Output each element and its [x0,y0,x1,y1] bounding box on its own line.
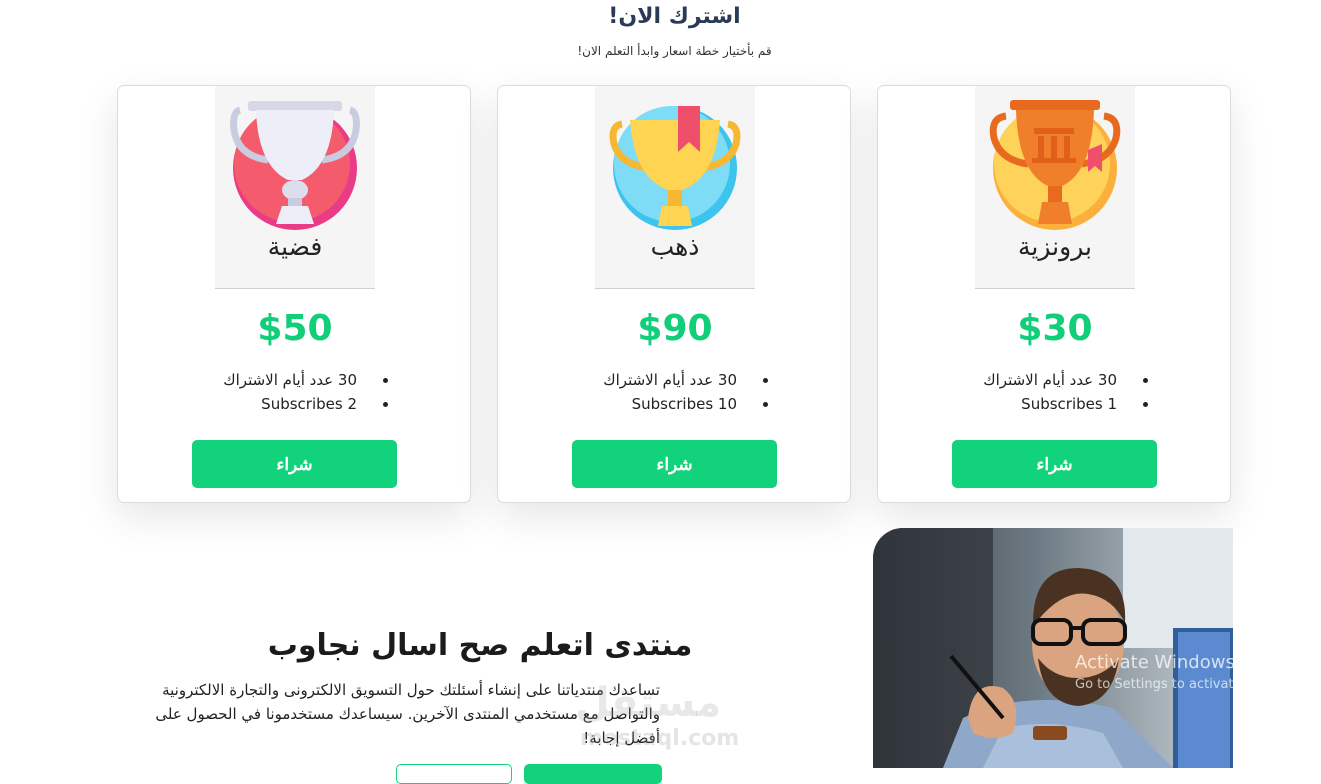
plan-header: ذهب [595,86,755,289]
forum-description: تساعدك منتدياتنا على إنشاء أسئلتك حول ال… [155,681,660,747]
forum-photo [873,528,1233,768]
page-subtitle: قم بأختيار خطة اسعار وابدأ التعلم الان! [577,44,772,58]
plan-header: فضية [215,86,375,289]
list-item: 30 عدد أيام الاشتراك [983,368,1148,392]
plan-name: ذهب [650,232,700,261]
bullet-icon [1143,378,1148,383]
list-item: Subscribes 10 [603,392,768,416]
silver-trophy-icon [230,101,360,230]
plan-name: فضية [267,232,323,261]
list-item: 30 عدد أيام الاشتراك [223,368,388,392]
plan-header: برونزية [975,86,1135,289]
bronze-trophy-icon [989,100,1121,230]
bullet-icon [383,378,388,383]
buy-button[interactable]: شراء [192,440,397,488]
plan-price: $50 [257,308,333,349]
plan-card-bronze: برونزية $30 30 عدد أيام الاشتراك Subscri… [877,85,1231,503]
gold-trophy-icon [609,106,741,230]
activate-windows-subtitle: Go to Settings to activate Windows. [1075,677,1308,692]
plan-price: $90 [637,308,713,349]
bullet-icon [383,402,388,407]
plan-features: 30 عدد أيام الاشتراك Subscribes 1 [983,368,1148,416]
primary-button[interactable] [524,764,662,784]
plan-name: برونزية [1018,232,1092,261]
plan-features: 30 عدد أيام الاشتراك Subscribes 10 [603,368,768,416]
list-item: Subscribes 1 [983,392,1148,416]
bullet-icon [763,402,768,407]
buy-button[interactable]: شراء [952,440,1157,488]
forum-title: منتدى اتعلم صح اسال نجاوب [267,628,693,663]
list-item: 30 عدد أيام الاشتراك [603,368,768,392]
secondary-button[interactable] [396,764,512,784]
plan-card-gold: ذهب $90 30 عدد أيام الاشتراك Subscribes … [497,85,851,503]
plan-features: 30 عدد أيام الاشتراك Subscribes 2 [223,368,388,416]
bullet-icon [763,378,768,383]
plan-price: $30 [1017,308,1093,349]
activate-windows-title: Activate Windows [1075,652,1235,673]
list-item: Subscribes 2 [223,392,388,416]
page-title: اشترك الان! [608,4,741,29]
buy-button[interactable]: شراء [572,440,777,488]
plan-card-silver: فضية $50 30 عدد أيام الاشتراك Subscribes… [117,85,471,503]
man-photo-image [873,528,1233,768]
bullet-icon [1143,402,1148,407]
